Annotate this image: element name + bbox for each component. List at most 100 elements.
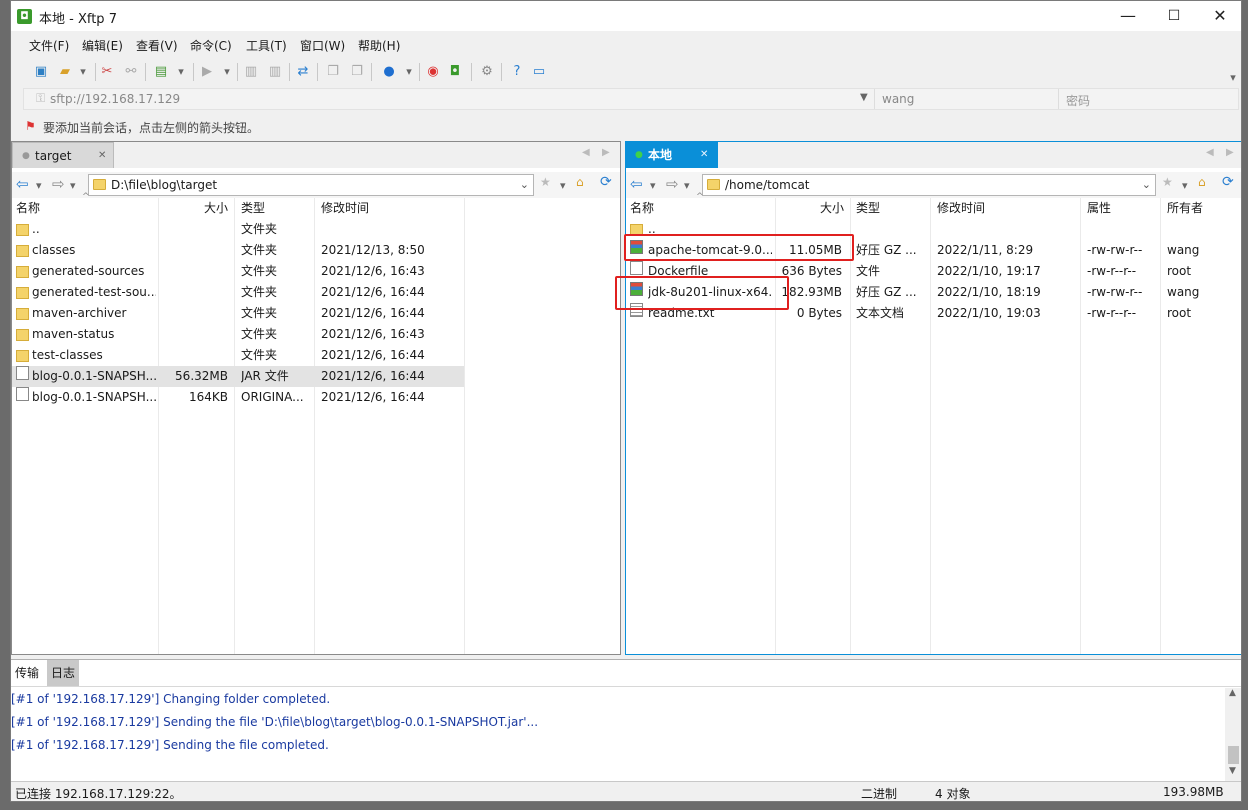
password-field[interactable]: 密码 (1066, 92, 1090, 109)
paste-icon[interactable]: ❐ (347, 61, 367, 81)
chevron-down-icon[interactable]: ▾ (399, 61, 419, 81)
chevron-down-icon[interactable]: ▼ (860, 92, 868, 103)
xftp-icon[interactable]: ◘ (445, 61, 465, 81)
chevron-up-icon[interactable]: ▲ (1229, 688, 1236, 698)
menu-file[interactable]: 文件(F) (29, 37, 69, 54)
lock-icon: ⚿ (36, 91, 46, 105)
chevron-down-icon[interactable]: ▾ (560, 178, 566, 192)
refresh-icon[interactable]: ⟳ (600, 174, 612, 190)
copy-icon[interactable]: ❐ (323, 61, 343, 81)
log-scrollbar[interactable]: ▲ ▼ (1225, 688, 1241, 782)
menu-edit[interactable]: 编辑(E) (82, 37, 123, 54)
star-icon[interactable]: ★ (1162, 175, 1173, 189)
log-panel: 传输 日志 [#1 of '192.168.17.129'] Changing … (11, 659, 1241, 782)
cell-attr: -rw-r--r-- (1087, 264, 1137, 278)
col-date[interactable]: 修改时间 (937, 199, 985, 216)
chevron-down-icon[interactable]: ▾ (70, 178, 76, 192)
col-date[interactable]: 修改时间 (321, 199, 369, 216)
back-arrow-icon[interactable]: ⇦ (16, 175, 29, 193)
left-path-input[interactable]: D:\file\blog\target ⌄ (88, 174, 534, 196)
reconnect-icon[interactable]: ⚯ (121, 61, 141, 81)
open-folder-icon[interactable]: ▰ (55, 61, 75, 81)
file-row[interactable]: generated-test-sou... 文件夹 2021/12/6, 16:44 (12, 282, 464, 303)
right-path-input[interactable]: /home/tomcat ⌄ (702, 174, 1156, 196)
refresh-icon[interactable]: ⟳ (1222, 174, 1234, 190)
transfer-settings-icon[interactable]: ▤ (151, 61, 171, 81)
disconnect-icon[interactable]: ✂ (97, 61, 117, 81)
menu-window[interactable]: 窗口(W) (300, 37, 345, 54)
close-icon[interactable]: ✕ (700, 142, 708, 168)
file-row[interactable]: maven-archiver 文件夹 2021/12/6, 16:44 (12, 303, 464, 324)
menu-view[interactable]: 查看(V) (136, 37, 178, 54)
col-attr[interactable]: 属性 (1087, 199, 1111, 216)
col-name[interactable]: 名称 (16, 199, 40, 216)
chevron-down-icon[interactable]: ▼ (1229, 766, 1236, 776)
chevron-down-icon[interactable]: ▾ (1182, 178, 1188, 192)
cell-type: 文件夹 (241, 243, 278, 257)
play-icon[interactable]: ▶ (197, 61, 217, 81)
chevron-down-icon[interactable]: ▾ (1223, 67, 1241, 87)
chevron-down-icon[interactable]: ▾ (36, 178, 42, 192)
file-row[interactable]: .. 文件夹 (12, 219, 464, 240)
chevron-down-icon[interactable]: ▾ (171, 61, 191, 81)
file-row[interactable]: test-classes 文件夹 2021/12/6, 16:44 (12, 345, 464, 366)
username-field[interactable]: wang (882, 92, 914, 106)
col-type[interactable]: 类型 (241, 199, 265, 216)
forward-arrow-icon[interactable]: ⇨ (52, 175, 65, 193)
col-size[interactable]: 大小 (820, 199, 844, 216)
chevron-right-icon[interactable]: ▶ (1226, 147, 1234, 158)
cell-date: 2021/12/6, 16:44 (321, 285, 425, 299)
help-icon[interactable]: ? (507, 61, 527, 81)
col-size[interactable]: 大小 (204, 199, 228, 216)
xshell-icon[interactable]: ◉ (423, 61, 443, 81)
file-row[interactable]: blog-0.0.1-SNAPSH... 164KB ORIGINA... 2021/… (12, 387, 464, 408)
sync-icon[interactable]: ⇄ (293, 61, 313, 81)
menu-tools[interactable]: 工具(T) (246, 37, 287, 54)
tab-local[interactable]: ● 本地 ✕ (626, 142, 718, 168)
chevron-right-icon[interactable]: ▶ (602, 147, 610, 158)
tab-label: 本地 (648, 148, 673, 162)
close-icon[interactable]: ✕ (98, 143, 106, 169)
chevron-down-icon[interactable]: ⌄ (520, 175, 529, 195)
bookmark-arrow-icon[interactable]: ⚑ (25, 119, 36, 133)
chevron-left-icon[interactable]: ◀ (582, 147, 590, 158)
cell-name: maven-archiver (32, 306, 127, 320)
tab-transfer[interactable]: 传输 (11, 660, 43, 686)
xftp-icon: ◘ (17, 9, 32, 24)
sort-asc-icon: ^ (696, 192, 704, 202)
chevron-down-icon[interactable]: ▾ (217, 61, 237, 81)
upload-icon[interactable]: ▥ (241, 61, 261, 81)
menu-command[interactable]: 命令(C) (190, 37, 232, 54)
file-row[interactable]: classes 文件夹 2021/12/13, 8:50 (12, 240, 464, 261)
close-button[interactable]: ✕ (1197, 1, 1241, 31)
back-arrow-icon[interactable]: ⇦ (630, 175, 643, 193)
gear-icon[interactable]: ⚙ (477, 61, 497, 81)
home-folder-icon[interactable]: ⌂ (576, 175, 584, 189)
chat-icon[interactable]: ▭ (529, 61, 549, 81)
forward-arrow-icon[interactable]: ⇨ (666, 175, 679, 193)
menu-help[interactable]: 帮助(H) (358, 37, 400, 54)
col-type[interactable]: 类型 (856, 199, 880, 216)
maximize-button[interactable]: ☐ (1151, 1, 1197, 31)
file-row[interactable]: generated-sources 文件夹 2021/12/6, 16:43 (12, 261, 464, 282)
cell-type: 好压 GZ ... (856, 243, 917, 257)
chevron-down-icon[interactable]: ▾ (650, 178, 656, 192)
file-row[interactable]: blog-0.0.1-SNAPSH... 56.32MB JAR 文件 2021/12… (12, 366, 464, 387)
col-name[interactable]: 名称 (630, 199, 654, 216)
download-icon[interactable]: ▥ (265, 61, 285, 81)
chevron-down-icon[interactable]: ⌄ (1142, 175, 1151, 195)
tab-log[interactable]: 日志 (47, 660, 80, 686)
home-folder-icon[interactable]: ⌂ (1198, 175, 1206, 189)
new-session-icon[interactable]: ▣ (31, 61, 51, 81)
chevron-left-icon[interactable]: ◀ (1206, 147, 1214, 158)
file-row[interactable]: maven-status 文件夹 2021/12/6, 16:43 (12, 324, 464, 345)
address-input[interactable]: sftp://192.168.17.129 (50, 92, 180, 106)
tab-target[interactable]: ● target ✕ (12, 142, 114, 168)
globe-icon[interactable]: ● (379, 61, 399, 81)
col-owner[interactable]: 所有者 (1167, 199, 1203, 216)
star-icon[interactable]: ★ (540, 175, 551, 189)
chevron-down-icon[interactable]: ▾ (73, 61, 93, 81)
chevron-down-icon[interactable]: ▾ (684, 178, 690, 192)
minimize-button[interactable]: — (1105, 1, 1151, 31)
cell-name: generated-sources (32, 264, 145, 278)
